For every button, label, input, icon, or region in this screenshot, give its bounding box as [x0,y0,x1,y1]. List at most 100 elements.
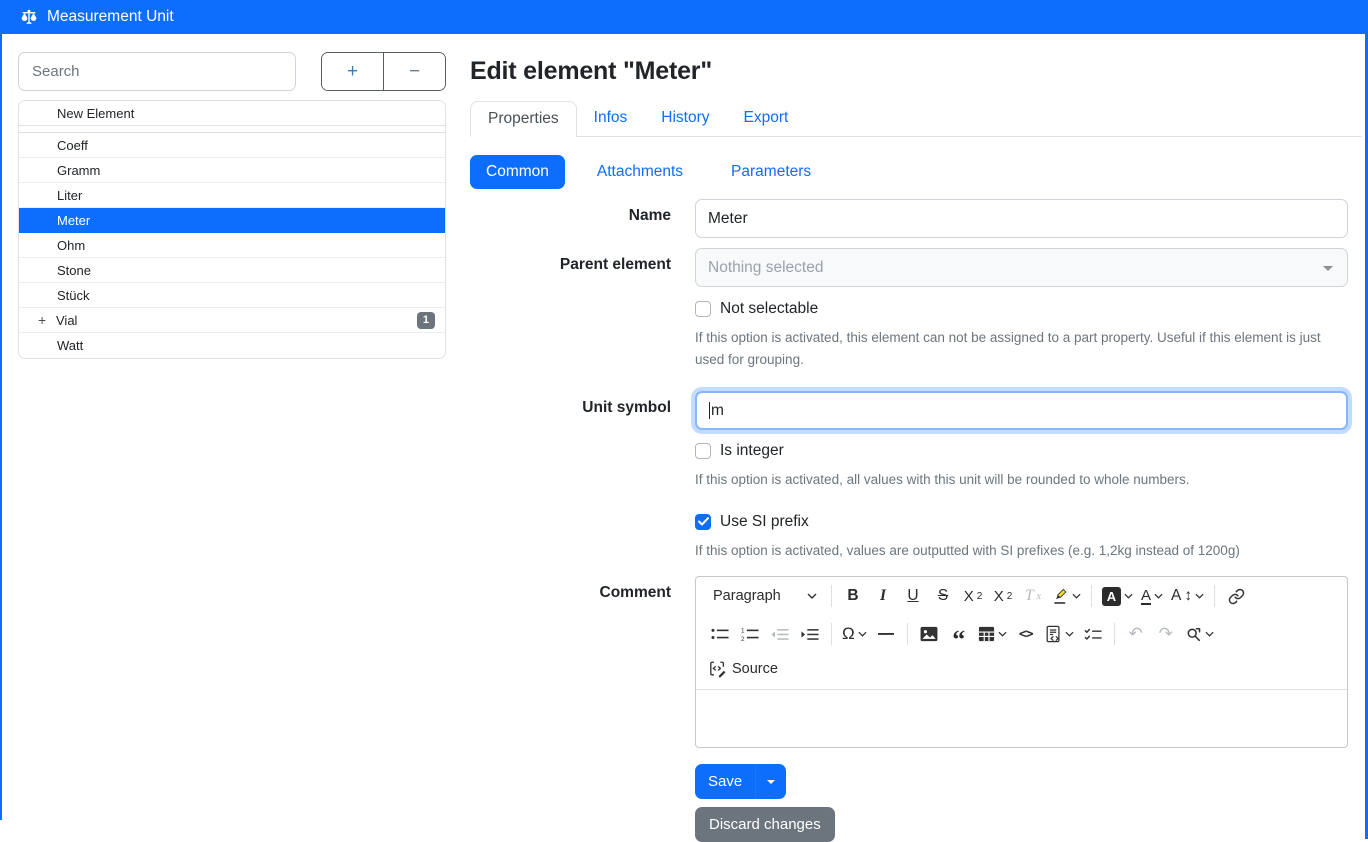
si-prefix-help: If this option is activated, values are … [695,540,1348,562]
chevron-down-icon [1195,593,1204,599]
bulleted-list-button[interactable] [705,619,735,649]
tree-item-watt[interactable]: Watt [19,333,445,358]
parent-element-label: Parent element [470,248,671,287]
font-size-arrow-icon: ↕ [1184,587,1192,605]
bold-button[interactable]: B [838,581,868,611]
toolbar-separator [1114,623,1115,645]
name-field[interactable] [695,199,1348,238]
underline-button[interactable]: U [898,581,928,611]
toolbar-separator [831,585,832,607]
link-button[interactable] [1221,581,1251,611]
horizontal-line-button[interactable] [871,619,901,649]
svg-text:1: 1 [741,628,745,635]
expand-node-icon[interactable]: + [38,312,54,328]
not-selectable-checkbox[interactable] [695,301,711,317]
indent-button[interactable] [795,619,825,649]
subtab-parameters[interactable]: Parameters [715,155,827,189]
discard-changes-button[interactable]: Discard changes [695,807,835,842]
svg-text:2: 2 [741,636,745,642]
chevron-down-icon [858,631,867,637]
chevron-down-icon [1154,593,1163,599]
not-selectable-checkbox-row[interactable]: Not selectable [695,300,1348,318]
inline-code-button[interactable]: <> [1011,619,1041,649]
unit-symbol-field[interactable]: m [695,391,1348,430]
remove-format-button[interactable]: Tx [1018,581,1048,611]
toolbar-separator [831,623,832,645]
highlight-button[interactable] [1048,581,1085,611]
outdent-button[interactable] [765,619,795,649]
tree-item-coeff[interactable]: Coeff [19,133,445,158]
tree-item-label: Gramm [57,163,100,178]
superscript-button[interactable]: X2 [988,581,1018,611]
numbered-list-button[interactable]: 1 2 [735,619,765,649]
si-prefix-checkbox-row[interactable]: Use SI prefix [695,513,1348,531]
expand-all-button[interactable]: + [322,53,383,90]
italic-button[interactable]: I [868,581,898,611]
tab-export[interactable]: Export [727,101,806,136]
parent-element-select[interactable]: Nothing selected [695,248,1348,287]
special-characters-button[interactable]: Ω [838,619,871,649]
check-icon [698,517,709,526]
strikethrough-button[interactable]: S [928,581,958,611]
save-button[interactable]: Save [695,764,755,799]
is-integer-checkbox[interactable] [695,443,711,459]
tree-item-meter[interactable]: Meter [19,208,445,233]
search-input[interactable] [18,52,296,91]
todo-list-button[interactable] [1078,619,1108,649]
unit-symbol-value: m [711,402,724,420]
redo-button[interactable]: ↷ [1151,619,1181,649]
undo-button[interactable]: ↶ [1121,619,1151,649]
remove-format-mark: x [1037,591,1041,602]
is-integer-label: Is integer [720,442,784,460]
main-panel: Edit element "Meter" Properties Infos Hi… [470,51,1362,842]
is-integer-checkbox-row[interactable]: Is integer [695,442,1348,460]
insert-table-button[interactable] [974,619,1011,649]
collapse-all-button[interactable]: − [383,53,445,90]
toolbar-separator [1091,585,1092,607]
subtab-attachments[interactable]: Attachments [581,155,699,189]
bulleted-list-icon [711,627,729,642]
chevron-down-icon [1323,266,1333,271]
superscript-glyph: X [994,588,1004,605]
tree-item-label: Stone [57,263,91,278]
tree-item-ohm[interactable]: Ohm [19,233,445,258]
font-color-button[interactable]: A [1137,581,1167,611]
page-title: Edit element "Meter" [470,57,1362,86]
tab-properties[interactable]: Properties [470,101,577,137]
find-replace-icon [1185,626,1202,643]
tab-infos[interactable]: Infos [577,101,645,136]
link-icon [1228,588,1245,605]
source-button[interactable]: Source [705,655,782,683]
tree-item-gramm[interactable]: Gramm [19,158,445,183]
si-prefix-checkbox[interactable] [695,514,711,530]
editor-toolbar-row-3: Source [696,653,1347,689]
subscript-button[interactable]: X2 [958,581,988,611]
tree-item-new-element[interactable]: New Element [19,101,445,126]
unit-symbol-label: Unit symbol [470,391,671,430]
not-selectable-label: Not selectable [720,300,818,318]
tab-history[interactable]: History [644,101,726,136]
tree-item-label: Coeff [57,138,88,153]
find-replace-button[interactable] [1181,619,1218,649]
block-quote-button[interactable]: “ [944,619,974,649]
tree-item-liter[interactable]: Liter [19,183,445,208]
subtab-common[interactable]: Common [470,155,565,189]
chevron-down-icon [1205,631,1214,637]
paragraph-dropdown[interactable]: Paragraph [705,581,825,611]
font-background-button[interactable]: A [1098,581,1137,611]
text-cursor [709,402,710,419]
tree-item-label: New Element [57,106,134,121]
select-placeholder: Nothing selected [708,259,823,277]
tree-item-stueck[interactable]: Stück [19,283,445,308]
subtab-bar: Common Attachments Parameters [470,155,1362,189]
font-size-button[interactable]: A↕ [1167,581,1208,611]
save-dropdown-toggle[interactable] [755,764,786,799]
tree-item-vial[interactable]: + Vial 1 [19,308,445,333]
is-integer-help: If this option is activated, all values … [695,469,1348,491]
insert-image-button[interactable] [914,619,944,649]
tree-item-stone[interactable]: Stone [19,258,445,283]
tree-zoom-button-group: + − [321,52,446,91]
code-block-button[interactable] [1041,619,1078,649]
tree-item-label: Ohm [57,238,85,253]
editor-content-area[interactable] [696,689,1347,747]
